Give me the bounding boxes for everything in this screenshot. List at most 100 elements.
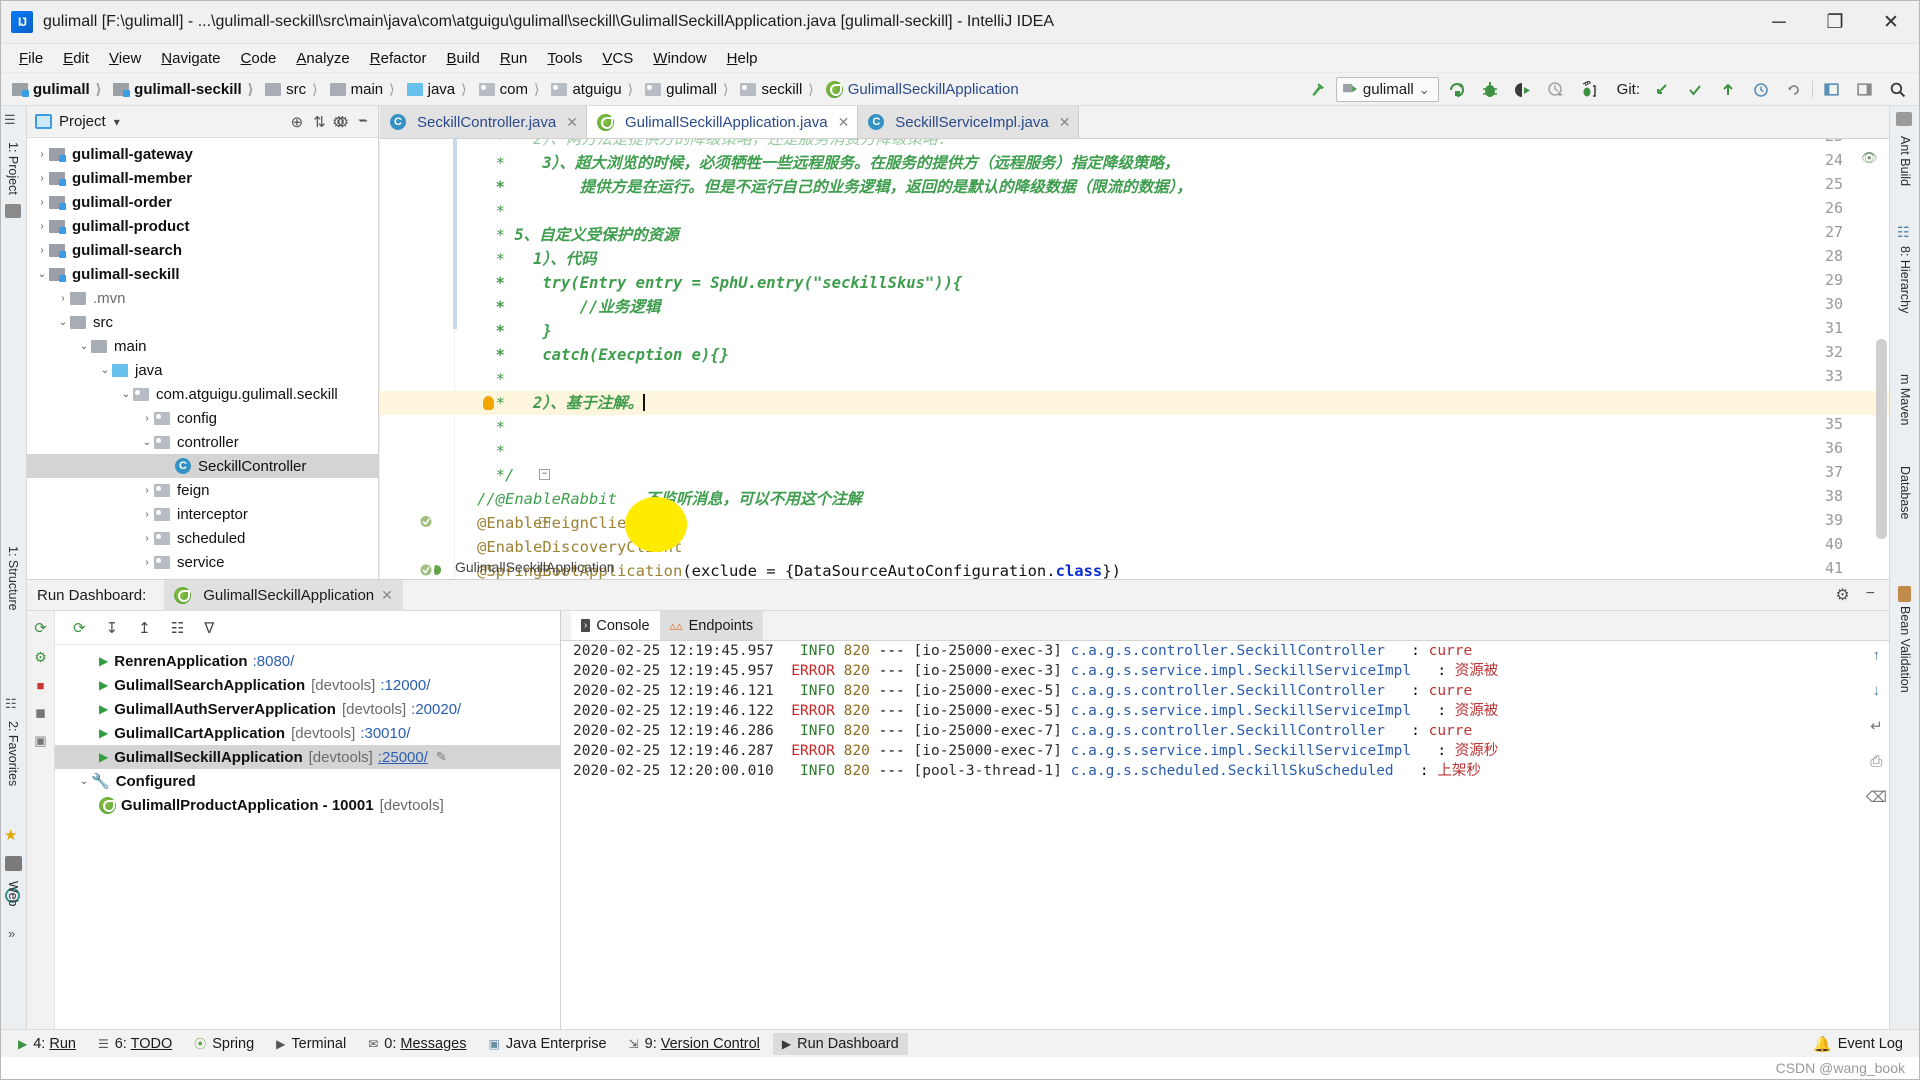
tree-expand-arrow-icon[interactable]: ›: [140, 485, 154, 496]
pin-icon[interactable]: ◼: [35, 705, 46, 721]
close-icon[interactable]: ✕: [838, 114, 850, 131]
rerun-icon[interactable]: ⟳: [73, 619, 86, 637]
editor-tab-gulimallseckillapplication-java[interactable]: GulimallSeckillApplication.java✕: [587, 106, 858, 138]
tree-node-gulimall-product[interactable]: ›gulimall-product: [27, 214, 378, 238]
strip-label-bean-validation[interactable]: Bean Validation: [1898, 606, 1912, 693]
hide-panel-icon[interactable]: −: [1866, 585, 1875, 605]
history-icon[interactable]: [1746, 77, 1776, 103]
tree-expand-arrow-icon[interactable]: ⌄: [56, 317, 70, 328]
strip-label-ant[interactable]: Ant Build: [1898, 136, 1912, 186]
run-configuration-selector[interactable]: gulimall ⌄: [1336, 77, 1439, 102]
breadcrumb-item-gulimall[interactable]: gulimall⟩: [642, 79, 737, 100]
tree-expand-arrow-icon[interactable]: ›: [35, 221, 49, 232]
tree-expand-arrow-icon[interactable]: ›: [35, 149, 49, 160]
breadcrumb-item-gulimallseckillapplication[interactable]: GulimallSeckillApplication: [823, 79, 1022, 100]
spring-bean-icon[interactable]: [420, 515, 433, 532]
run-triangle-icon[interactable]: ▶: [99, 654, 108, 668]
build-hammer-icon[interactable]: [1303, 77, 1333, 103]
expand-all-icon[interactable]: ↧: [106, 619, 119, 637]
push-icon[interactable]: [1713, 77, 1743, 103]
collapse-all-icon[interactable]: ⇅: [313, 113, 326, 131]
chevron-down-icon[interactable]: ▾: [114, 115, 120, 129]
menu-item-navigate[interactable]: Navigate: [151, 46, 230, 71]
run-dashboard-tab[interactable]: GulimallSeckillApplication ✕: [164, 580, 403, 611]
tree-node-interceptor[interactable]: ›interceptor: [27, 502, 378, 526]
chevron-down-icon[interactable]: ⌄: [1419, 82, 1430, 98]
tree-expand-arrow-icon[interactable]: ⌄: [98, 365, 112, 376]
run-triangle-icon[interactable]: ▶: [99, 750, 108, 764]
editor-tab-seckillcontroller-java[interactable]: CSeckillController.java✕: [380, 106, 587, 138]
tree-node-gulimall-member[interactable]: ›gulimall-member: [27, 166, 378, 190]
run-dashboard-item-gulimallcartapplication[interactable]: ▶GulimallCartApplication[devtools]:30010…: [55, 721, 560, 745]
strip-label-maven[interactable]: m Maven: [1898, 374, 1912, 425]
soft-wrap-icon[interactable]: ↵: [1870, 717, 1883, 735]
status-item-terminal[interactable]: ▶Terminal: [267, 1033, 355, 1055]
run-dashboard-item-gulimallsearchapplication[interactable]: ▶GulimallSearchApplication[devtools]:120…: [55, 673, 560, 697]
tree-expand-arrow-icon[interactable]: ›: [140, 413, 154, 424]
strip-label-project[interactable]: 1: Project: [6, 142, 20, 195]
locate-icon[interactable]: ⊕: [291, 113, 304, 131]
editor-hide-icon[interactable]: −: [358, 112, 367, 129]
tree-expand-arrow-icon[interactable]: ⌄: [77, 341, 91, 352]
edit-pencil-icon[interactable]: ✎: [436, 749, 447, 765]
commit-icon[interactable]: [1680, 77, 1710, 103]
tree-expand-arrow-icon[interactable]: ›: [140, 557, 154, 568]
breadcrumb-item-src[interactable]: src⟩: [262, 79, 326, 100]
debug-side-icon[interactable]: ⚙: [34, 649, 47, 666]
filter-icon[interactable]: ∇: [204, 619, 214, 637]
scroll-up-icon[interactable]: ↑: [1873, 647, 1881, 664]
run-item-port-link[interactable]: :20020/: [411, 701, 461, 718]
run-with-coverage-icon[interactable]: [1508, 77, 1538, 103]
console-output[interactable]: 2020-02-25 12:19:45.957 INFO 820 --- [io…: [561, 641, 1889, 1030]
expand-strip-icon[interactable]: »: [8, 926, 15, 941]
tree-expand-arrow-icon[interactable]: ›: [35, 245, 49, 256]
tree-node-gulimall-gateway[interactable]: ›gulimall-gateway: [27, 142, 378, 166]
tree-expand-arrow-icon[interactable]: ›: [35, 173, 49, 184]
tree-expand-arrow-icon[interactable]: ⌄: [35, 269, 49, 280]
tree-node-gulimall-search[interactable]: ›gulimall-search: [27, 238, 378, 262]
editor-tab-seckillserviceimpl-java[interactable]: CSeckillServiceImpl.java✕: [858, 106, 1079, 138]
strip-label-hierarchy[interactable]: 8: Hierarchy: [1898, 246, 1912, 313]
run-triangle-icon[interactable]: ▶: [99, 702, 108, 716]
menu-item-code[interactable]: Code: [231, 46, 287, 71]
tree-node-service[interactable]: ›service: [27, 550, 378, 574]
strip-label-favorites[interactable]: 2: Favorites: [6, 721, 20, 786]
camera-icon[interactable]: [5, 856, 22, 871]
strip-label-structure[interactable]: 1: Structure: [6, 546, 20, 611]
status-item-run-dashboard[interactable]: ▶Run Dashboard: [773, 1033, 908, 1055]
menu-item-window[interactable]: Window: [643, 46, 716, 71]
run-dashboard-item-gulimallproductapplication-10001[interactable]: GulimallProductApplication - 10001[devto…: [55, 793, 560, 817]
code-fold-icon[interactable]: −: [539, 469, 550, 480]
status-item-6-todo[interactable]: ☰6: TODO: [89, 1033, 181, 1055]
profiler-icon[interactable]: [1541, 77, 1571, 103]
status-item-spring[interactable]: ⦿Spring: [185, 1032, 263, 1055]
menu-item-analyze[interactable]: Analyze: [286, 46, 359, 71]
clear-all-icon[interactable]: ⌫: [1866, 788, 1887, 806]
run-dashboard-item-gulimallauthserverapplication[interactable]: ▶GulimallAuthServerApplication[devtools]…: [55, 697, 560, 721]
minimize-button[interactable]: ─: [1751, 1, 1807, 44]
breadcrumb-item-java[interactable]: java⟩: [404, 79, 476, 100]
menu-item-tools[interactable]: Tools: [537, 46, 592, 71]
tree-expand-arrow-icon[interactable]: ›: [56, 293, 70, 304]
run-item-port-link[interactable]: :8080/: [253, 653, 295, 670]
menu-item-run[interactable]: Run: [490, 46, 538, 71]
rerun-side-icon[interactable]: ⟳: [34, 619, 47, 637]
run-item-port-link[interactable]: :12000/: [380, 677, 430, 694]
group-icon[interactable]: ☷: [171, 619, 184, 637]
editor-gutter[interactable]: [380, 139, 455, 579]
bookmarks-icon[interactable]: ☰: [4, 112, 16, 128]
print-icon[interactable]: ⎙: [1870, 753, 1882, 770]
run-icon[interactable]: [1442, 77, 1472, 103]
tree-node-config[interactable]: ›config: [27, 406, 378, 430]
breadcrumb-item-atguigu[interactable]: atguigu⟩: [548, 79, 642, 100]
strip-label-web[interactable]: Web: [6, 881, 20, 906]
menu-item-vcs[interactable]: VCS: [592, 46, 643, 71]
menu-item-help[interactable]: Help: [717, 46, 768, 71]
console-tab-endpoints[interactable]: ▵▵Endpoints: [660, 611, 764, 640]
maximize-button[interactable]: ❐: [1807, 1, 1863, 44]
status-item-java-enterprise[interactable]: ▣Java Enterprise: [479, 1033, 615, 1055]
code-editor[interactable]: 23242526272829303132333435363738394041 *…: [380, 139, 1889, 579]
editor-scrollbar[interactable]: [1876, 339, 1887, 539]
intention-bulb-icon[interactable]: [483, 396, 494, 410]
status-item-4-run[interactable]: ▶4: Run: [9, 1033, 85, 1055]
